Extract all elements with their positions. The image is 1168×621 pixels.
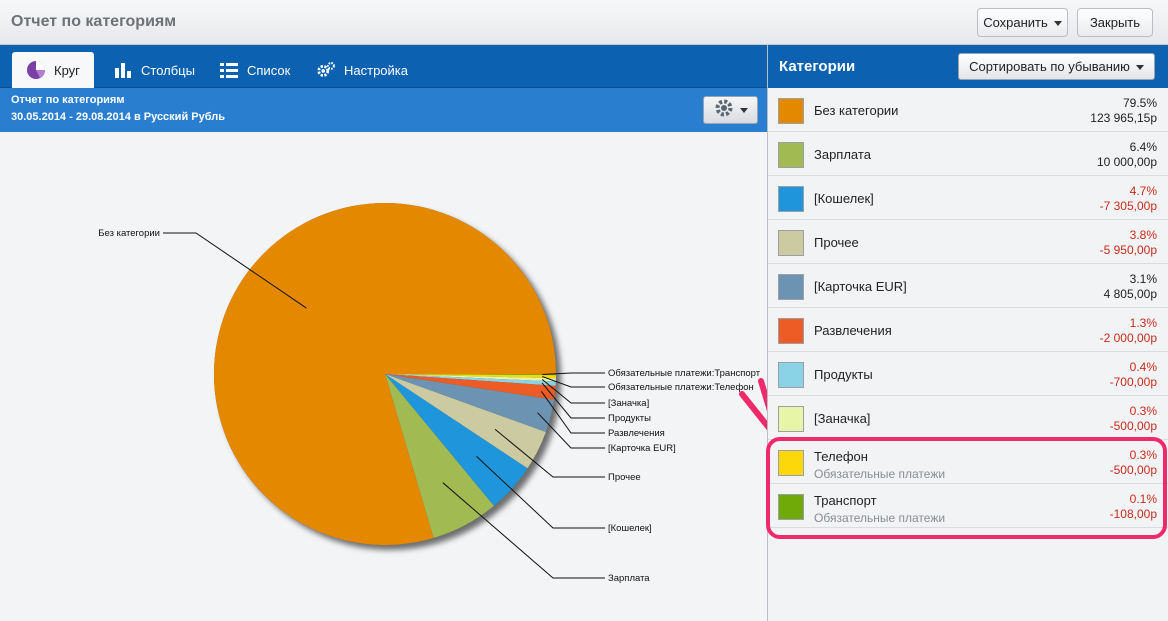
category-percent: 79.5%: [1122, 96, 1157, 110]
category-amount: 4 805,00р: [1103, 287, 1157, 301]
category-row[interactable]: [Карточка EUR] 3.1% 4 805,00р: [768, 264, 1168, 308]
sort-dropdown-button[interactable]: Сортировать по убыванию: [958, 53, 1155, 80]
tab-settings[interactable]: Настройка: [316, 52, 408, 88]
category-row[interactable]: Продукты 0.4% -700,00р: [768, 352, 1168, 396]
category-row[interactable]: [Заначка] 0.3% -500,00р: [768, 396, 1168, 440]
pie-slice-label: Обязательные платежи:Транспорт: [608, 368, 761, 379]
pie-chart-area: Обязательные платежи:Транспорт Обязательн…: [0, 132, 767, 621]
report-subtitle: 30.05.2014 - 29.08.2014 в Русский Рубль: [11, 111, 225, 123]
category-percent: 0.3%: [1129, 404, 1157, 418]
gears-icon: [316, 60, 336, 80]
category-amount: 10 000,00р: [1096, 155, 1157, 169]
category-percent: 3.8%: [1129, 228, 1157, 242]
category-percent: 4.7%: [1129, 184, 1157, 198]
category-name: Развлечения: [814, 323, 892, 338]
chevron-down-icon: [1053, 20, 1062, 26]
close-button[interactable]: Закрыть: [1077, 8, 1153, 37]
category-color-swatch: [778, 186, 804, 212]
window-title: Отчет по категориям: [11, 13, 177, 30]
category-name: Без категории: [814, 103, 899, 118]
close-button-label: Закрыть: [1089, 15, 1141, 30]
bar-chart-icon: [113, 60, 133, 80]
category-color-swatch: [778, 142, 804, 168]
tab-label: Столбцы: [141, 62, 195, 78]
category-name: [Кошелек]: [814, 191, 874, 206]
chevron-down-icon: [1135, 64, 1144, 70]
category-name: [Заначка]: [814, 411, 871, 426]
pie-slice-label: Развлечения: [608, 428, 665, 439]
category-percent: 6.4%: [1129, 140, 1157, 154]
gear-icon: [714, 98, 734, 123]
category-row[interactable]: Без категории 79.5% 123 965,15р: [768, 88, 1168, 132]
category-name: Прочее: [814, 235, 859, 250]
list-icon: [219, 60, 239, 80]
category-color-swatch: [778, 98, 804, 124]
tab-label: Настройка: [344, 62, 408, 78]
category-row[interactable]: [Кошелек] 4.7% -7 305,00р: [768, 176, 1168, 220]
category-percent: 1.3%: [1129, 316, 1157, 330]
category-row[interactable]: Зарплата 6.4% 10 000,00р: [768, 132, 1168, 176]
pie-slice-label: Без категории: [98, 228, 160, 239]
save-dropdown-button[interactable]: Сохранить: [977, 8, 1068, 37]
pie-slice-label: Обязательные платежи:Телефон: [608, 382, 754, 393]
category-amount: -5 950,00р: [1099, 243, 1157, 257]
category-name: [Карточка EUR]: [814, 279, 907, 294]
pie-slice-label: [Заначка]: [608, 398, 649, 409]
category-amount: 123 965,15р: [1090, 111, 1157, 125]
category-amount: -2 000,00р: [1099, 331, 1157, 345]
pie-chart-icon: [26, 60, 46, 80]
categories-header: Категории Сортировать по убыванию: [768, 45, 1168, 88]
category-name: Продукты: [814, 367, 873, 382]
tab-columns[interactable]: Столбцы: [113, 52, 195, 88]
categories-title: Категории: [779, 58, 856, 75]
save-button-label: Сохранить: [983, 15, 1048, 30]
pie-chart: Обязательные платежи:Транспорт Обязательн…: [98, 203, 767, 584]
category-color-swatch: [778, 406, 804, 432]
report-header: Отчет по категориям 30.05.2014 - 29.08.2…: [0, 88, 767, 132]
window-titlebar: Отчет по категориям Сохранить Закрыть: [0, 0, 1168, 45]
category-color-swatch: [778, 318, 804, 344]
tab-label: Список: [247, 62, 291, 78]
category-amount: -500,00р: [1109, 419, 1157, 433]
chevron-down-icon: [739, 108, 748, 113]
highlight-annotation: [766, 437, 1167, 539]
tab-list[interactable]: Список: [219, 52, 290, 88]
pie-slice-label: [Карточка EUR]: [608, 443, 676, 454]
category-color-swatch: [778, 274, 804, 300]
category-name: Зарплата: [814, 147, 871, 162]
sort-button-label: Сортировать по убыванию: [969, 59, 1130, 74]
report-title: Отчет по категориям: [11, 94, 125, 106]
chart-options-button[interactable]: [703, 96, 758, 124]
category-amount: -700,00р: [1109, 375, 1157, 389]
tab-label: Круг: [54, 62, 80, 78]
pie-slice-label: Прочее: [608, 472, 641, 483]
category-color-swatch: [778, 230, 804, 256]
category-percent: 0.4%: [1129, 360, 1157, 374]
category-amount: -7 305,00р: [1099, 199, 1157, 213]
annotation-arrow: [739, 391, 767, 431]
pie-slice-label: Зарплата: [608, 573, 650, 584]
pie-slice-label: Продукты: [608, 413, 651, 424]
category-percent: 3.1%: [1129, 272, 1157, 286]
view-tabs-bar: Круг Столбцы Список Настройка: [0, 45, 767, 88]
pie-slice-label: [Кошелек]: [608, 523, 652, 534]
category-color-swatch: [778, 362, 804, 388]
category-row[interactable]: Развлечения 1.3% -2 000,00р: [768, 308, 1168, 352]
tab-pie[interactable]: Круг: [12, 52, 94, 88]
category-row[interactable]: Прочее 3.8% -5 950,00р: [768, 220, 1168, 264]
